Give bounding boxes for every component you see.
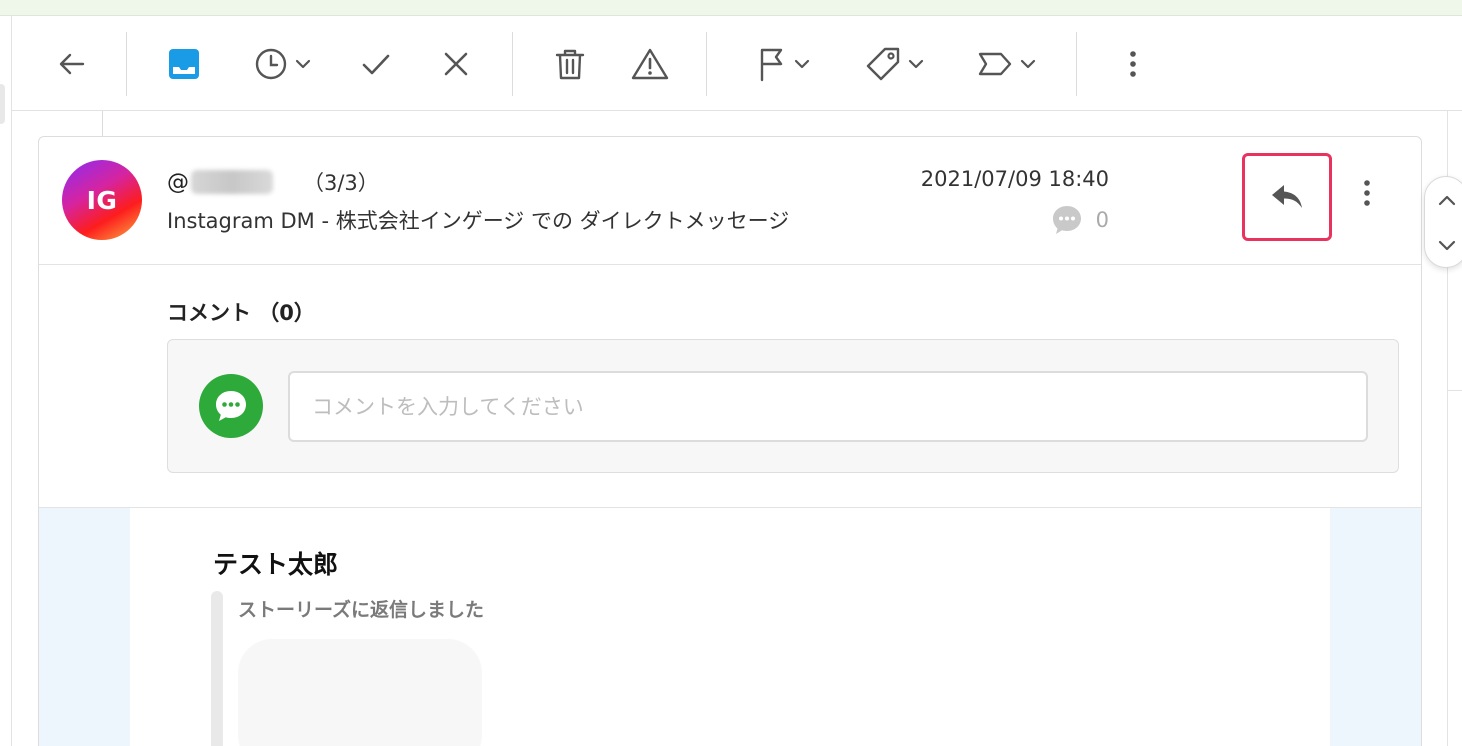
story-reply-note: ストーリーズに返信しました xyxy=(238,599,485,621)
comment-bubble-icon xyxy=(216,391,246,421)
chevron-up-icon xyxy=(1438,195,1456,206)
snooze-button[interactable] xyxy=(244,42,322,86)
chevron-down-icon xyxy=(1438,240,1456,251)
message-header: IG @ （3/3） Instagram DM - 株式会社インゲージ での ダ… xyxy=(39,137,1421,265)
sidebar-handle[interactable] xyxy=(0,84,5,124)
comment-panel xyxy=(167,339,1399,473)
message-subject: Instagram DM - 株式会社インゲージ での ダイレクトメッセージ xyxy=(167,209,790,233)
sender-line: @ （3/3） xyxy=(167,167,379,197)
warning-icon xyxy=(631,48,669,80)
more-vertical-icon xyxy=(1364,180,1370,206)
chevron-down-icon xyxy=(908,59,924,69)
comment-count: 0 xyxy=(1095,208,1109,232)
label-button[interactable] xyxy=(968,42,1046,86)
mail-view: IG @ （3/3） Instagram DM - 株式会社インゲージ での ダ… xyxy=(0,0,1462,746)
previous-message-button[interactable] xyxy=(1435,189,1459,213)
tag-button[interactable] xyxy=(856,42,934,86)
mark-done-button[interactable] xyxy=(354,42,398,86)
chevron-down-icon xyxy=(1020,59,1036,69)
back-button[interactable] xyxy=(50,42,94,86)
flag-icon xyxy=(760,48,783,82)
reply-button[interactable] xyxy=(1242,153,1332,241)
comment-input[interactable] xyxy=(288,371,1368,442)
inbox-button[interactable] xyxy=(162,42,206,86)
toolbar-separator xyxy=(126,32,127,96)
message-card: IG @ （3/3） Instagram DM - 株式会社インゲージ での ダ… xyxy=(38,136,1422,746)
clock-icon xyxy=(255,48,287,80)
back-arrow-icon xyxy=(59,53,85,75)
close-button[interactable] xyxy=(434,42,478,86)
sender-prefix: @ xyxy=(167,169,189,195)
right-divider-tick xyxy=(1447,390,1462,391)
toolbar-separator xyxy=(512,32,513,96)
inbox-icon xyxy=(169,49,199,79)
dm-sender-name: テスト太郎 xyxy=(213,550,339,579)
comment-count-indicator: 0 xyxy=(1050,203,1109,237)
delete-button[interactable] xyxy=(548,42,592,86)
left-rail xyxy=(0,16,12,746)
message-more-button[interactable] xyxy=(1349,173,1385,213)
toolbar-separator xyxy=(706,32,707,96)
check-icon xyxy=(362,54,390,75)
story-thumbnail xyxy=(238,639,482,746)
top-strip xyxy=(0,0,1462,16)
chevron-down-icon xyxy=(295,59,311,69)
toolbar xyxy=(12,16,1462,111)
more-actions-button[interactable] xyxy=(1116,42,1150,86)
instagram-avatar: IG xyxy=(62,160,142,240)
comments-title: コメント （0） xyxy=(167,301,315,325)
quote-bar xyxy=(211,591,223,746)
message-date: 2021/07/09 18:40 xyxy=(920,167,1109,191)
message-nav xyxy=(1424,176,1462,268)
thread-count: （3/3） xyxy=(303,171,379,195)
toolbar-separator xyxy=(1076,32,1077,96)
close-icon xyxy=(444,52,468,76)
label-icon xyxy=(978,52,1012,76)
flag-button[interactable] xyxy=(746,42,822,86)
reply-icon xyxy=(1272,185,1302,208)
next-message-button[interactable] xyxy=(1435,233,1459,257)
chevron-down-icon xyxy=(794,59,810,69)
spam-button[interactable] xyxy=(628,42,672,86)
sender-name-redacted xyxy=(191,170,273,194)
comment-user-avatar xyxy=(199,374,263,438)
comment-bubble-icon xyxy=(1052,206,1081,234)
tag-icon xyxy=(866,47,900,81)
more-vertical-icon xyxy=(1130,51,1136,77)
trash-icon xyxy=(555,49,585,80)
toolbar-sub-strip xyxy=(12,111,1462,136)
